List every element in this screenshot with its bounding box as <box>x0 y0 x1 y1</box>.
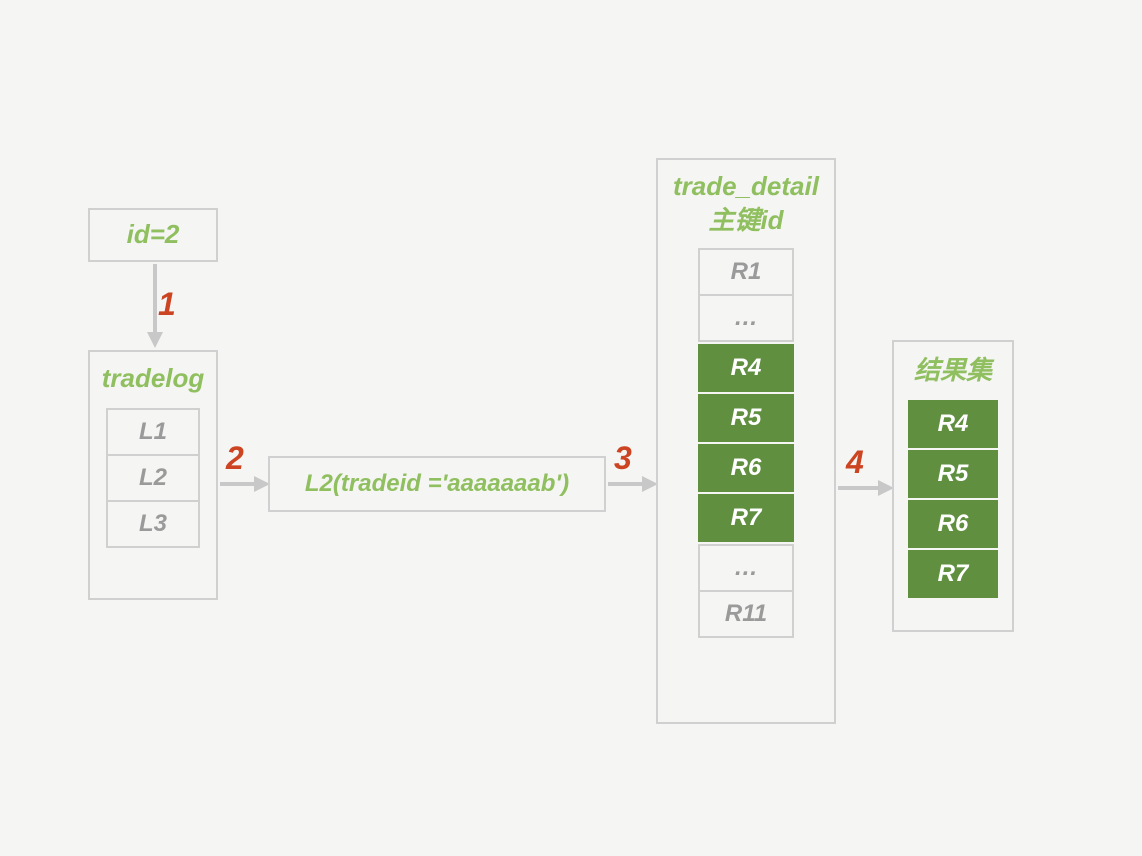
trade-detail-row-dots2: … <box>698 544 794 592</box>
tradelog-row-l2: L2 <box>106 454 200 502</box>
tradelog-row-l1: L1 <box>106 408 200 456</box>
trade-detail-box: trade_detail 主键id R1 … R4 R5 R6 R7 … R11 <box>656 158 836 724</box>
id-filter-box: id=2 <box>88 208 218 262</box>
arrow-3 <box>606 474 660 494</box>
trade-detail-row-r6: R6 <box>698 444 794 492</box>
lookup-box: L2(tradeid ='aaaaaaab') <box>268 456 606 512</box>
trade-detail-title-1: trade_detail <box>662 170 830 204</box>
result-row-r6: R6 <box>908 500 998 548</box>
trade-detail-row-r5: R5 <box>698 394 794 442</box>
lookup-label: L2(tradeid ='aaaaaaab') <box>305 468 569 499</box>
step-2-label: 2 <box>226 440 244 477</box>
tradelog-row-l3: L3 <box>106 500 200 548</box>
step-4-label: 4 <box>846 444 864 481</box>
trade-detail-row-r7: R7 <box>698 494 794 542</box>
trade-detail-title-2: 主键id <box>662 204 830 238</box>
trade-detail-row-r1: R1 <box>698 248 794 296</box>
result-row-r7: R7 <box>908 550 998 598</box>
trade-detail-row-r11: R11 <box>698 590 794 638</box>
result-row-r5: R5 <box>908 450 998 498</box>
tradelog-box: tradelog L1 L2 L3 <box>88 350 218 600</box>
arrow-4 <box>836 478 896 498</box>
tradelog-title: tradelog <box>90 352 216 400</box>
id-filter-label: id=2 <box>127 218 180 252</box>
result-box: 结果集 R4 R5 R6 R7 <box>892 340 1014 632</box>
result-rows: R4 R5 R6 R7 <box>908 400 998 598</box>
result-title: 结果集 <box>894 342 1012 394</box>
trade-detail-rows: R1 … R4 R5 R6 R7 … R11 <box>698 248 794 638</box>
arrow-2 <box>218 474 272 494</box>
step-3-label: 3 <box>614 440 632 477</box>
trade-detail-row-r4: R4 <box>698 344 794 392</box>
arrow-1 <box>145 262 165 352</box>
trade-detail-row-dots1: … <box>698 294 794 342</box>
tradelog-rows: L1 L2 L3 <box>106 408 200 548</box>
result-row-r4: R4 <box>908 400 998 448</box>
